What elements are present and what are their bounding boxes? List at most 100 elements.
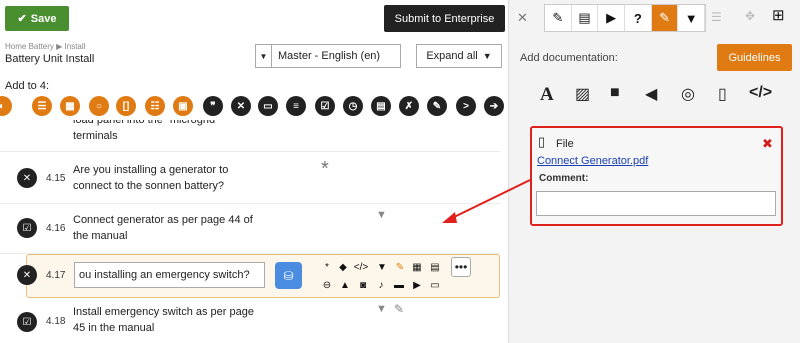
item-text-line1: Install emergency switch as per page [73,306,254,318]
code-icon[interactable]: </> [749,84,772,102]
checklist-items: load panel into the "microgrid" terminal… [0,120,508,343]
move-icon[interactable]: ✥ [745,9,755,23]
check-x-icon[interactable]: ✕ [231,96,251,116]
item-number: 4.17 [46,270,66,281]
checkbox-icon: ☑ [17,218,37,238]
item-text-line2: the manual [73,230,128,242]
item-text-line2: connect to the sonnen battery? [73,180,225,192]
bracket-icon[interactable]: [] [116,96,136,116]
required-asterisk-icon: * [321,158,329,180]
caret-down-icon: ▼ [256,45,272,67]
file-icon: ▯ [538,134,546,149]
paperclip-icon[interactable]: ✎ [394,261,406,273]
play-icon[interactable]: ▶ [598,5,626,31]
filter-icon[interactable]: ▼ [376,261,388,273]
list-item[interactable]: load panel into the "microgrid" terminal… [0,120,500,152]
item-text-line2: terminals [73,130,118,142]
tag-icon[interactable]: ◆ [337,261,349,273]
arrow-right-icon[interactable]: ➔ [484,96,504,116]
code-icon[interactable]: </> [354,261,368,273]
list-item[interactable]: ☑ 4.18 Install emergency switch as per p… [0,300,500,343]
item-text-line1: load panel into the "microgrid" [73,120,220,126]
minus-circle-icon[interactable]: ⊖ [321,279,333,291]
camera-icon[interactable]: ◙ [357,279,369,291]
list-item[interactable]: ✕ 4.15 Are you installing a generator to… [0,154,500,204]
help-icon[interactable]: ? [625,5,652,31]
save-button[interactable]: ✔ Save [5,6,69,31]
file-type-label: File [556,138,574,150]
close-icon[interactable]: ✕ [517,10,528,26]
comment-icon[interactable]: ▬ [393,279,405,291]
breadcrumb-current[interactable]: Install [65,42,86,51]
clock-icon[interactable]: ◷ [343,96,363,116]
breadcrumb: Home Battery ▶ Install [5,42,85,51]
list-item[interactable]: ☑ 4.16 Connect generator as per page 44 … [0,204,500,254]
add-documentation-label: Add documentation: [520,52,618,64]
audio-icon[interactable]: ◀ [645,84,657,104]
branch-icon[interactable]: > [456,96,476,116]
circle-icon[interactable]: ○ [89,96,109,116]
film-icon[interactable]: ▣ [173,96,193,116]
page-title: Battery Unit Install [5,53,95,65]
edit-icon[interactable]: ✎ [427,96,447,116]
panel-toolbar: ✎ ▤ ▶ ? ✎ ▼ [544,4,706,32]
item-text: Are you installing a generator to connec… [73,162,273,194]
quote-icon[interactable]: ❞ [203,96,223,116]
chevron-down-icon: ▼ [482,51,492,61]
card-icon[interactable]: ▭ [258,96,278,116]
comment-textarea[interactable] [536,191,776,216]
breadcrumb-separator: ▶ [56,42,63,51]
guidelines-button[interactable]: Guidelines [717,44,792,71]
list-check-icon[interactable]: ≡ [286,96,306,116]
compass-icon[interactable]: ◎ [681,84,695,104]
trash-icon[interactable]: ✖ [762,136,773,152]
paperclip-icon[interactable]: ✎ [651,5,679,31]
grid-icon[interactable]: ▦ [411,261,423,273]
add-item-toolbar: ◐ ☰ ▦ ○ [] ☷ ▣ ❞ ✕ ▭ ≡ ☑ ◷ ▤ ✗ ✎ > ➔ [0,96,508,118]
add-to-label: Add to 4: [5,80,50,92]
half-circle-icon[interactable]: ◐ [0,96,12,116]
clipboard-icon[interactable]: ▤ [572,5,599,31]
filter-icon: ▼ [376,303,387,315]
tools-icon[interactable]: ✗ [399,96,419,116]
id-card-icon[interactable]: ▭ [429,279,441,291]
attached-file-card: ▯ File ✖ Connect Generator.pdf Comment: [530,126,783,226]
expand-all-button[interactable]: Expand all ▼ [416,44,502,68]
image-icon[interactable]: ▨ [575,84,590,104]
warning-icon[interactable]: ▲ [339,279,351,291]
expand-label: Expand all [426,50,478,62]
filter-icon[interactable]: ▼ [678,5,706,31]
language-value: Master - English (en) [278,50,381,62]
list-icon[interactable]: ☰ [32,96,52,116]
more-options-button[interactable]: ••• [451,257,471,277]
database-link-button[interactable]: ⛁ [275,262,302,289]
add-panel-icon[interactable]: ⊞ [772,6,785,24]
text-icon[interactable]: A [540,84,554,106]
question-input[interactable]: ou installing an emergency switch? [74,262,265,288]
list-icon[interactable]: ☰ [711,10,722,24]
file-icon[interactable]: ▯ [718,84,727,104]
item-number: 4.15 [46,173,66,184]
checklist-icon[interactable]: ☷ [145,96,165,116]
check-icon: ✔ [17,13,27,25]
item-text: load panel into the "microgrid" terminal… [73,120,273,144]
video-icon[interactable]: ■ [610,84,620,102]
item-number: 4.18 [46,316,66,327]
checkbox-icon[interactable]: ☑ [315,96,335,116]
asterisk-icon[interactable]: * [321,261,333,273]
breadcrumb-home[interactable]: Home Battery [5,42,54,51]
item-text-line2: 45 in the manual [73,322,155,334]
yes-no-icon: ✕ [17,168,37,188]
calculator-icon[interactable]: ▤ [371,96,391,116]
file-link[interactable]: Connect Generator.pdf [537,155,648,167]
submit-to-enterprise-button[interactable]: Submit to Enterprise [384,5,505,32]
item-number: 4.16 [46,223,66,234]
editor-panel: ✔ Save Submit to Enterprise Home Battery… [0,0,508,343]
microphone-icon[interactable]: ♪ [375,279,387,291]
table-icon[interactable]: ▦ [60,96,80,116]
language-select[interactable]: ▼ Master - English (en) [255,44,401,68]
video-group-icon[interactable]: ▶ [411,279,423,291]
pencil-icon[interactable]: ✎ [545,5,572,31]
item-text: Connect generator as per page 44 of the … [73,212,273,244]
list-grid-icon[interactable]: ▤ [429,261,441,273]
